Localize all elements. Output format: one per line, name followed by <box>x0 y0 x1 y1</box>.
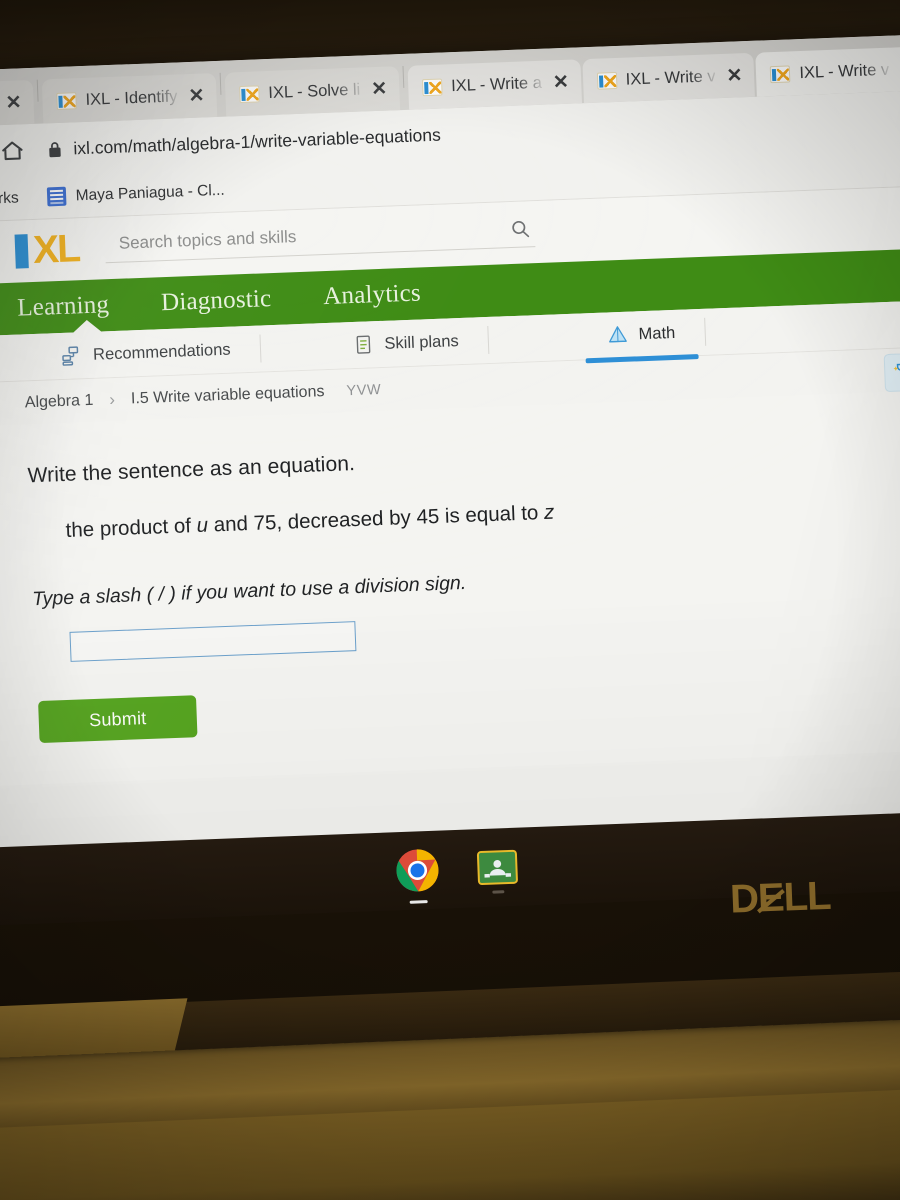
bookmark-label: Maya Paniagua - Cl... <box>75 181 225 204</box>
search-input[interactable]: Search topics and skills <box>104 217 536 263</box>
awards-badge[interactable]: You h <box>883 350 900 393</box>
chrome-icon[interactable] <box>395 848 441 904</box>
question-area: Write the sentence as an equation. the p… <box>0 388 900 787</box>
lock-icon <box>49 141 61 157</box>
close-icon[interactable]: ✕ <box>371 78 388 100</box>
laptop-photo: g Brea ✕ IXL - Identify ✕ IXL - Solve li… <box>0 0 900 1200</box>
doc-icon <box>46 186 67 207</box>
submit-button[interactable]: Submit <box>38 695 198 744</box>
subnav-label: Math <box>638 323 676 343</box>
ixl-favicon <box>239 84 260 103</box>
ixl-favicon <box>596 71 618 90</box>
subnav-divider <box>703 317 706 346</box>
bookmark-item[interactable]: Maya Paniagua - Cl... <box>46 181 225 207</box>
close-icon[interactable]: ✕ <box>726 65 743 87</box>
recommendations-icon <box>62 346 79 366</box>
tab-divider <box>402 65 405 88</box>
question-hint: Type a slash ( / ) if you want to use a … <box>31 571 467 611</box>
subnav-item-skill-plans[interactable]: Skill plans <box>322 317 490 369</box>
dell-logo-text: DELL <box>729 873 832 922</box>
breadcrumb-skill: I.5 Write variable equations <box>130 382 325 407</box>
dell-logo-slashed-e: E <box>757 875 785 921</box>
browser-tab-active[interactable]: IXL - Write v ✕ <box>755 46 900 97</box>
subnav-item-math[interactable]: Math <box>576 309 706 360</box>
tab-title: IXL - Solve li <box>267 80 361 102</box>
laptop-screen: g Brea ✕ IXL - Identify ✕ IXL - Solve li… <box>0 32 900 861</box>
breadcrumb-subject[interactable]: Algebra 1 <box>25 391 94 412</box>
browser-tab[interactable]: g Brea ✕ <box>0 79 35 127</box>
bookmarks-folder-label[interactable]: c Bookmarks <box>0 189 19 210</box>
tab-divider <box>219 72 222 95</box>
close-icon[interactable]: ✕ <box>188 85 205 107</box>
ixl-favicon <box>421 78 443 96</box>
home-icon[interactable] <box>0 137 26 164</box>
address-bar[interactable]: ixl.com/math/algebra-1/write-variable-eq… <box>47 124 441 160</box>
breadcrumb-skill-code: YVW <box>346 381 382 399</box>
browser-tab[interactable]: IXL - Identify ✕ <box>41 72 218 124</box>
nav-item-learning[interactable]: Learning <box>17 291 110 322</box>
ixl-app: XL Search topics and skills Learning Dia… <box>0 184 900 787</box>
nav-item-analytics[interactable]: Analytics <box>323 279 422 311</box>
chevron-right-icon: › <box>108 389 116 409</box>
nav-item-diagnostic[interactable]: Diagnostic <box>161 285 272 317</box>
google-classroom-icon[interactable] <box>476 849 519 894</box>
subnav-label: Recommendations <box>92 340 231 364</box>
math-pyramid-icon <box>608 326 627 343</box>
browser-tab[interactable]: IXL - Solve li ✕ <box>224 66 401 117</box>
ixl-logo[interactable]: XL <box>14 227 80 272</box>
ixl-logo-bar <box>14 234 29 269</box>
subnav-item-recommendations[interactable]: Recommendations <box>30 326 262 381</box>
browser-tab[interactable]: IXL - Write v ✕ <box>581 52 756 104</box>
ixl-logo-text: XL <box>32 227 80 272</box>
skill-plans-icon <box>356 335 370 354</box>
subnav-label: Skill plans <box>384 331 460 353</box>
subnav-divider <box>487 325 490 354</box>
tab-title: IXL - Write v <box>625 66 716 89</box>
tab-divider <box>36 79 39 102</box>
url-text: ixl.com/math/algebra-1/write-variable-eq… <box>72 124 442 158</box>
ixl-favicon <box>770 64 791 83</box>
sentence-part: the product of <box>65 514 198 542</box>
close-icon[interactable]: ✕ <box>5 92 22 114</box>
search-placeholder: Search topics and skills <box>118 227 297 253</box>
browser-tab[interactable]: IXL - Write a ✕ <box>407 59 582 110</box>
search-icon[interactable] <box>509 218 531 240</box>
nav-right-cluster: FL St You h <box>881 299 900 393</box>
close-icon[interactable]: ✕ <box>552 71 569 93</box>
question-sentence: the product of u and 75, decreased by 45… <box>65 484 900 543</box>
sentence-part: and 75, decreased by 45 is equal to <box>207 500 545 537</box>
trophy-icon <box>893 363 900 374</box>
sentence-variable-z: z <box>543 500 555 524</box>
tab-title: IXL - Identify <box>85 86 178 109</box>
tab-title: IXL - Write a <box>450 73 543 95</box>
subnav-divider <box>259 334 262 363</box>
question-prompt: Write the sentence as an equation. <box>27 452 356 488</box>
tab-title: IXL - Write v <box>799 60 890 82</box>
ixl-favicon <box>56 91 77 110</box>
